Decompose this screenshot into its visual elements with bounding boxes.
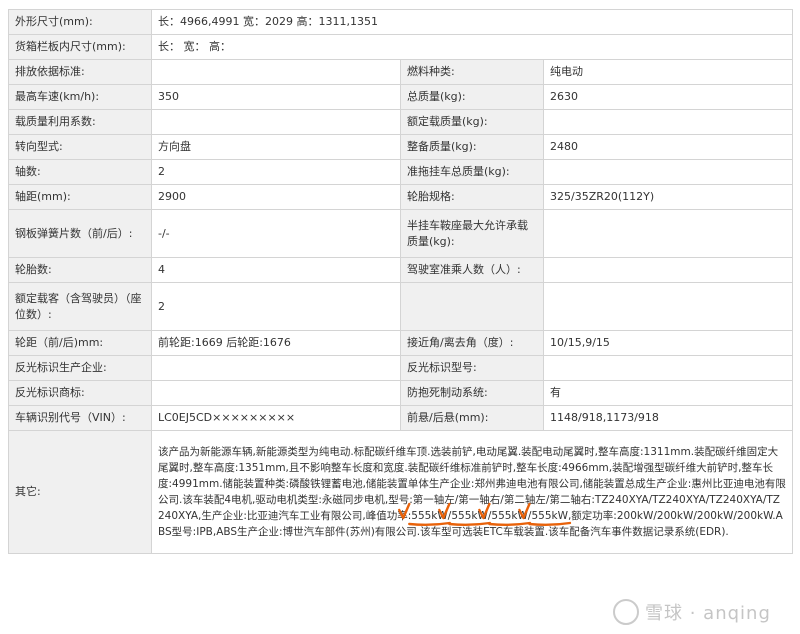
row-label: 载质量利用系数: (8, 109, 152, 135)
row-value (543, 355, 793, 381)
row-label: 车辆识别代号（VIN）: (8, 405, 152, 431)
row-label: 反光标识型号: (400, 355, 544, 381)
watermark: 雪球 · anqing (613, 596, 793, 628)
row-value: 前轮距:1669 后轮距:1676 (151, 330, 401, 356)
row-label: 轴数: (8, 159, 152, 185)
row-value: 2630 (543, 84, 793, 110)
row-label (400, 282, 544, 331)
row-label: 接近角/离去角（度）: (400, 330, 544, 356)
row-value: 长： 宽： 高： (151, 34, 793, 60)
row-value: 2900 (151, 184, 401, 210)
row-value: LC0EJ5CD××××××××× (151, 405, 401, 431)
row-label: 反光标识生产企业: (8, 355, 152, 381)
row-label: 外形尺寸(mm): (8, 9, 152, 35)
table-row: 货箱栏板内尺寸(mm): 长： 宽： 高： (8, 34, 793, 60)
table-row: 反光标识生产企业: 反光标识型号: (8, 355, 793, 381)
table-row: 车辆识别代号（VIN）: LC0EJ5CD××××××××× 前悬/后悬(mm): 1… (8, 405, 793, 431)
table-row: 轮胎数: 4 驾驶室准乘人数（人）: (8, 257, 793, 283)
row-label: 转向型式: (8, 134, 152, 160)
row-value: 10/15,9/15 (543, 330, 793, 356)
row-label: 整备质量(kg): (400, 134, 544, 160)
row-value: 纯电动 (543, 59, 793, 85)
row-label: 总质量(kg): (400, 84, 544, 110)
table-row: 排放依据标准: 燃料种类: 纯电动 (8, 59, 793, 85)
row-value: 1148/918,1173/918 (543, 405, 793, 431)
table-row: 转向型式: 方向盘 整备质量(kg): 2480 (8, 134, 793, 160)
row-value (151, 380, 401, 406)
row-value: 4 (151, 257, 401, 283)
row-value (543, 209, 793, 258)
row-label: 防抱死制动系统: (400, 380, 544, 406)
table-row: 轮距（前/后)mm: 前轮距:1669 后轮距:1676 接近角/离去角（度）: 10… (8, 330, 793, 356)
row-value (543, 257, 793, 283)
peak-power-value: 555kW (451, 510, 488, 522)
row-label: 最高车速(km/h): (8, 84, 152, 110)
row-value: 350 (151, 84, 401, 110)
row-value: 2480 (543, 134, 793, 160)
table-row: 钢板弹簧片数（前/后）: -/- 半挂车鞍座最大允许承载质量(kg): (8, 209, 793, 258)
row-value (151, 355, 401, 381)
peak-power-value: 555kW (411, 510, 448, 522)
row-value: 长：4966,4991 宽：2029 高：1311,1351 (151, 9, 793, 35)
row-value (151, 109, 401, 135)
table-row: 轴距(mm): 2900 轮胎规格: 325/35ZR20(112Y) (8, 184, 793, 210)
row-label: 半挂车鞍座最大允许承载质量(kg): (400, 209, 544, 258)
row-label: 轴距(mm): (8, 184, 152, 210)
row-value: 325/35ZR20(112Y) (543, 184, 793, 210)
row-label: 驾驶室准乘人数（人）: (400, 257, 544, 283)
row-label: 反光标识商标: (8, 380, 152, 406)
peak-power-value: 555kW (491, 510, 528, 522)
row-label: 排放依据标准: (8, 59, 152, 85)
table-row: 反光标识商标: 防抱死制动系统: 有 (8, 380, 793, 406)
row-label: 货箱栏板内尺寸(mm): (8, 34, 152, 60)
row-value: 2 (151, 282, 401, 331)
row-label: 准拖挂车总质量(kg): (400, 159, 544, 185)
watermark-text: 雪球 · anqing (645, 603, 771, 624)
row-label: 钢板弹簧片数（前/后）: (8, 209, 152, 258)
row-value (543, 159, 793, 185)
table-row: 外形尺寸(mm): 长：4966,4991 宽：2029 高：1311,1351 (8, 9, 793, 35)
table-row-other: 其它: 该产品为新能源车辆,新能源类型为纯电动.标配碳纤维车顶.选装前铲,电动尾翼… (8, 430, 793, 554)
row-value: 2 (151, 159, 401, 185)
row-value: 有 (543, 380, 793, 406)
table-row: 轴数: 2 准拖挂车总质量(kg): (8, 159, 793, 185)
row-label: 轮胎规格: (400, 184, 544, 210)
row-value (543, 282, 793, 331)
row-label: 额定载质量(kg): (400, 109, 544, 135)
row-label: 燃料种类: (400, 59, 544, 85)
row-value: 方向盘 (151, 134, 401, 160)
row-label: 轮距（前/后)mm: (8, 330, 152, 356)
table-row: 额定载客（含驾驶员）（座位数）: 2 (8, 282, 793, 331)
snowball-logo-icon (613, 599, 639, 625)
other-description: 该产品为新能源车辆,新能源类型为纯电动.标配碳纤维车顶.选装前铲,电动尾翼.装配… (151, 430, 793, 554)
spec-table: 外形尺寸(mm): 长：4966,4991 宽：2029 高：1311,1351 货… (8, 9, 793, 554)
other-label: 其它: (8, 430, 152, 554)
row-label: 前悬/后悬(mm): (400, 405, 544, 431)
row-value: -/- (151, 209, 401, 258)
peak-power-value: 555kW (531, 510, 568, 522)
row-label: 轮胎数: (8, 257, 152, 283)
table-row: 最高车速(km/h): 350 总质量(kg): 2630 (8, 84, 793, 110)
row-value (543, 109, 793, 135)
row-value (151, 59, 401, 85)
table-row: 载质量利用系数: 额定载质量(kg): (8, 109, 793, 135)
spec-table-body: 外形尺寸(mm): 长：4966,4991 宽：2029 高：1311,1351 货… (8, 9, 793, 554)
row-label: 额定载客（含驾驶员）（座位数）: (8, 282, 152, 331)
